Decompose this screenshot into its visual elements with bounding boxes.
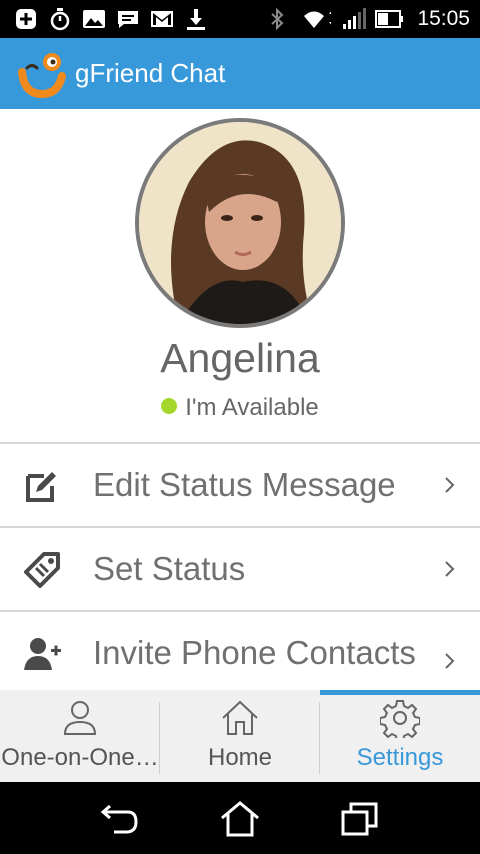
gfriend-logo bbox=[18, 53, 66, 99]
menu-item-edit-status[interactable]: Edit Status Message bbox=[0, 442, 480, 526]
avatar[interactable] bbox=[135, 118, 345, 328]
tab-label: Settings bbox=[356, 744, 444, 771]
edit-icon bbox=[26, 472, 56, 502]
menu-item-label: Edit Status Message bbox=[93, 466, 396, 503]
tab-label: Home bbox=[207, 744, 273, 771]
stopwatch-icon bbox=[50, 8, 70, 31]
tab-settings[interactable]: Settings bbox=[320, 690, 480, 782]
add-person-icon bbox=[24, 638, 61, 670]
chevron-right-icon bbox=[445, 477, 455, 493]
chevron-right-icon bbox=[445, 653, 455, 669]
availability-status: I'm Available bbox=[0, 394, 480, 422]
home-nav-icon[interactable] bbox=[220, 800, 260, 838]
wifi-icon bbox=[304, 11, 332, 28]
recents-icon[interactable] bbox=[340, 800, 380, 838]
tab-bar: One-on-One… Home Settings bbox=[0, 690, 480, 782]
chat-bubble-icon bbox=[118, 11, 138, 28]
system-nav-bar bbox=[0, 782, 480, 854]
profile-name: Angelina bbox=[160, 335, 320, 381]
add-box-icon bbox=[16, 9, 36, 29]
status-bar: 15:05 bbox=[0, 0, 480, 38]
download-icon bbox=[187, 9, 205, 30]
app-title: gFriend Chat bbox=[75, 58, 226, 88]
bluetooth-icon bbox=[271, 7, 284, 31]
gear-icon bbox=[380, 700, 420, 738]
settings-menu: Edit Status Message Set Status Invite Ph… bbox=[0, 442, 480, 694]
availability-text: I'm Available bbox=[185, 394, 319, 421]
app-bar: gFriend Chat bbox=[0, 38, 480, 109]
home-icon bbox=[222, 700, 258, 735]
back-icon[interactable] bbox=[100, 800, 140, 838]
tab-one-on-one[interactable]: One-on-One… bbox=[0, 690, 160, 782]
battery-icon bbox=[375, 10, 404, 28]
tab-home[interactable]: Home bbox=[160, 690, 320, 782]
tab-label: One-on-One… bbox=[1, 744, 159, 771]
menu-item-set-status[interactable]: Set Status bbox=[0, 526, 480, 610]
menu-item-invite-contacts[interactable]: Invite Phone Contacts bbox=[0, 610, 480, 694]
menu-item-label: Invite Phone Contacts bbox=[93, 634, 416, 671]
image-icon bbox=[83, 10, 105, 28]
chevron-right-icon bbox=[445, 561, 455, 577]
person-icon bbox=[63, 701, 97, 735]
signal-icon bbox=[343, 8, 367, 29]
profile-photo bbox=[139, 122, 341, 324]
status-time: 15:05 bbox=[417, 7, 470, 30]
menu-item-label: Set Status bbox=[93, 550, 246, 587]
gmail-icon bbox=[151, 11, 173, 27]
online-dot bbox=[161, 398, 178, 414]
tag-icon bbox=[24, 552, 60, 588]
